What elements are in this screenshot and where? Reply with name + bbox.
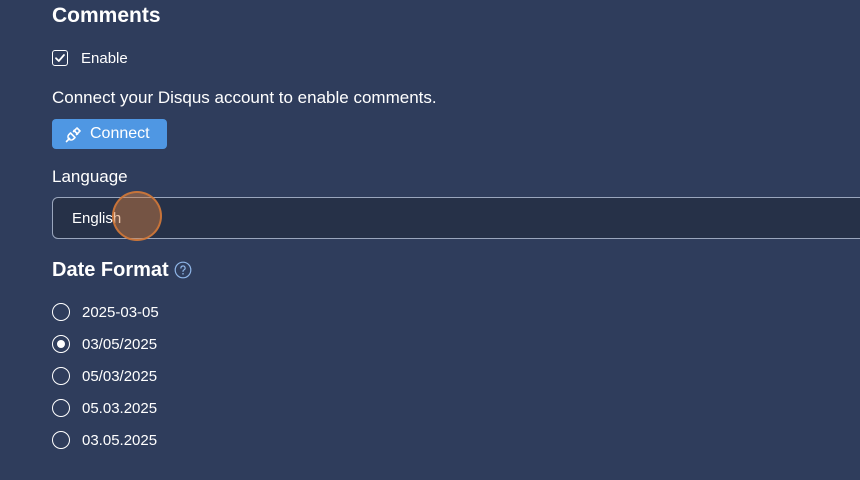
disqus-description: Connect your Disqus account to enable co…	[52, 88, 437, 107]
date-format-option[interactable]: 2025-03-05	[52, 303, 159, 321]
comments-heading: Comments	[52, 4, 161, 27]
radio-selected-dot	[57, 340, 65, 348]
language-label: Language	[52, 167, 128, 186]
date-format-option-label: 05/03/2025	[82, 367, 158, 385]
date-format-option-label: 05.03.2025	[82, 399, 158, 417]
date-format-option-label: 2025-03-05	[82, 303, 159, 321]
date-format-radio[interactable]	[52, 431, 70, 449]
date-format-radio[interactable]	[52, 367, 70, 385]
date-format-option-label: 03.05.2025	[82, 431, 158, 449]
date-format-option-label: 03/05/2025	[82, 335, 158, 353]
date-format-option[interactable]: 03.05.2025	[52, 431, 157, 449]
enable-comments-checkbox[interactable]	[52, 50, 68, 66]
enable-comments-label: Enable	[81, 49, 128, 67]
date-format-option[interactable]: 05.03.2025	[52, 399, 157, 417]
checkmark-icon	[55, 54, 65, 62]
date-format-option[interactable]: 03/05/2025	[52, 335, 157, 353]
date-format-radio[interactable]	[52, 335, 70, 353]
comments-settings-page: Comments Enable Connect your Disqus acco…	[0, 0, 860, 480]
date-format-radio[interactable]	[52, 303, 70, 321]
date-format-header: Date Format	[52, 257, 192, 283]
language-select-value: English	[72, 210, 122, 227]
question-circle-icon[interactable]	[174, 261, 192, 279]
enable-comments-row[interactable]: Enable	[52, 49, 128, 67]
date-format-option[interactable]: 05/03/2025	[52, 367, 157, 385]
connect-button-label: Connect	[90, 125, 150, 142]
date-format-heading: Date Format	[52, 259, 169, 281]
language-select[interactable]: English	[52, 197, 860, 239]
plug-icon	[65, 127, 81, 143]
date-format-radio[interactable]	[52, 399, 70, 417]
connect-button[interactable]: Connect	[52, 119, 167, 149]
